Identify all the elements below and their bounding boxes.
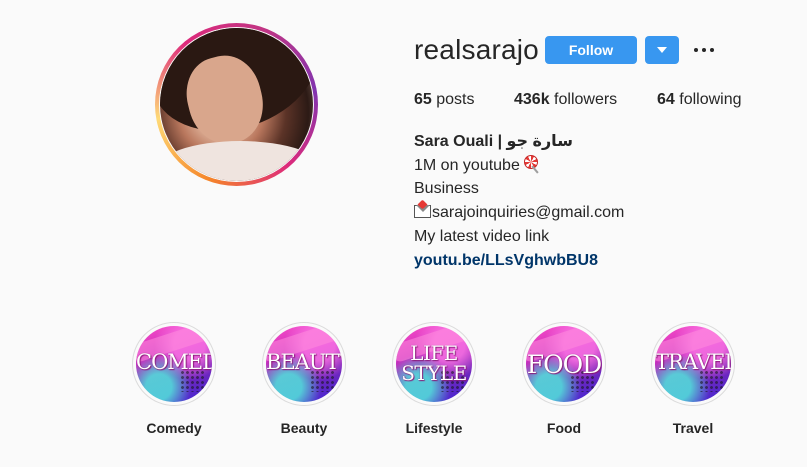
more-options-icon[interactable]: [692, 38, 716, 62]
highlight-cover: COMEDY: [136, 326, 212, 402]
story-highlight-beauty[interactable]: BEAUTY Beauty: [262, 322, 346, 436]
story-highlight-lifestyle[interactable]: LIFE STYLE Lifestyle: [392, 322, 476, 436]
lollipop-emoji-icon: [523, 155, 541, 174]
highlight-label: Food: [546, 420, 582, 436]
follow-button[interactable]: Follow: [545, 36, 637, 64]
highlight-cover-text: COMEDY: [136, 350, 212, 374]
dot: [710, 48, 714, 52]
posts-count: 65 posts: [414, 91, 475, 108]
highlight-cover-text: TRAVEL: [655, 350, 731, 374]
highlight-label: Comedy: [146, 420, 202, 436]
bio-text: Business: [414, 180, 479, 197]
highlight-cover-line: LIFE: [410, 341, 458, 365]
highlight-ring: TRAVEL: [651, 322, 735, 406]
highlight-cover-text: LIFE STYLE: [396, 343, 472, 383]
highlight-ring: LIFE STYLE: [392, 322, 476, 406]
profile-username: realsarajo: [414, 34, 539, 65]
bio-email: sarajoinquiries@gmail.com: [432, 204, 625, 221]
story-highlight-travel[interactable]: TRAVEL Travel: [651, 322, 735, 436]
bio-text: My latest video link: [414, 228, 550, 245]
followers-link[interactable]: 436k followers: [514, 91, 617, 109]
profile-avatar-ring[interactable]: [155, 23, 318, 186]
dot: [694, 48, 698, 52]
highlight-cover: FOOD: [526, 326, 602, 402]
story-highlight-comedy[interactable]: COMEDY Comedy: [132, 322, 216, 436]
highlight-ring: COMEDY: [132, 322, 216, 406]
profile-avatar[interactable]: [160, 28, 313, 181]
highlight-ring: BEAUTY: [262, 322, 346, 406]
highlight-cover: BEAUTY: [266, 326, 342, 402]
highlight-cover: TRAVEL: [655, 326, 731, 402]
avatar-shirt: [160, 141, 313, 181]
love-letter-emoji-icon: [414, 199, 431, 218]
following-link[interactable]: 64 following: [657, 91, 742, 109]
highlight-cover-text: FOOD: [526, 350, 602, 379]
bio-line: 1M on youtube: [414, 155, 541, 175]
highlight-label: Lifestyle: [405, 420, 463, 436]
chevron-down-icon: [657, 47, 667, 53]
suggested-dropdown-button[interactable]: [645, 36, 679, 64]
highlight-label: Beauty: [280, 420, 328, 436]
bio-full-name: Sara Ouali | سارة جو: [414, 133, 573, 150]
dot: [702, 48, 706, 52]
story-highlight-food[interactable]: FOOD Food: [522, 322, 606, 436]
highlight-ring: FOOD: [522, 322, 606, 406]
bio-external-link[interactable]: youtu.be/LLsVghwbBU8: [414, 252, 598, 270]
bio-email-line: sarajoinquiries@gmail.com: [414, 199, 625, 222]
bio-text: 1M on youtube: [414, 157, 520, 174]
highlight-label: Travel: [672, 420, 714, 436]
highlight-cover: LIFE STYLE: [396, 326, 472, 402]
highlight-cover-line: STYLE: [401, 361, 467, 385]
highlight-cover-text: BEAUTY: [266, 350, 342, 374]
